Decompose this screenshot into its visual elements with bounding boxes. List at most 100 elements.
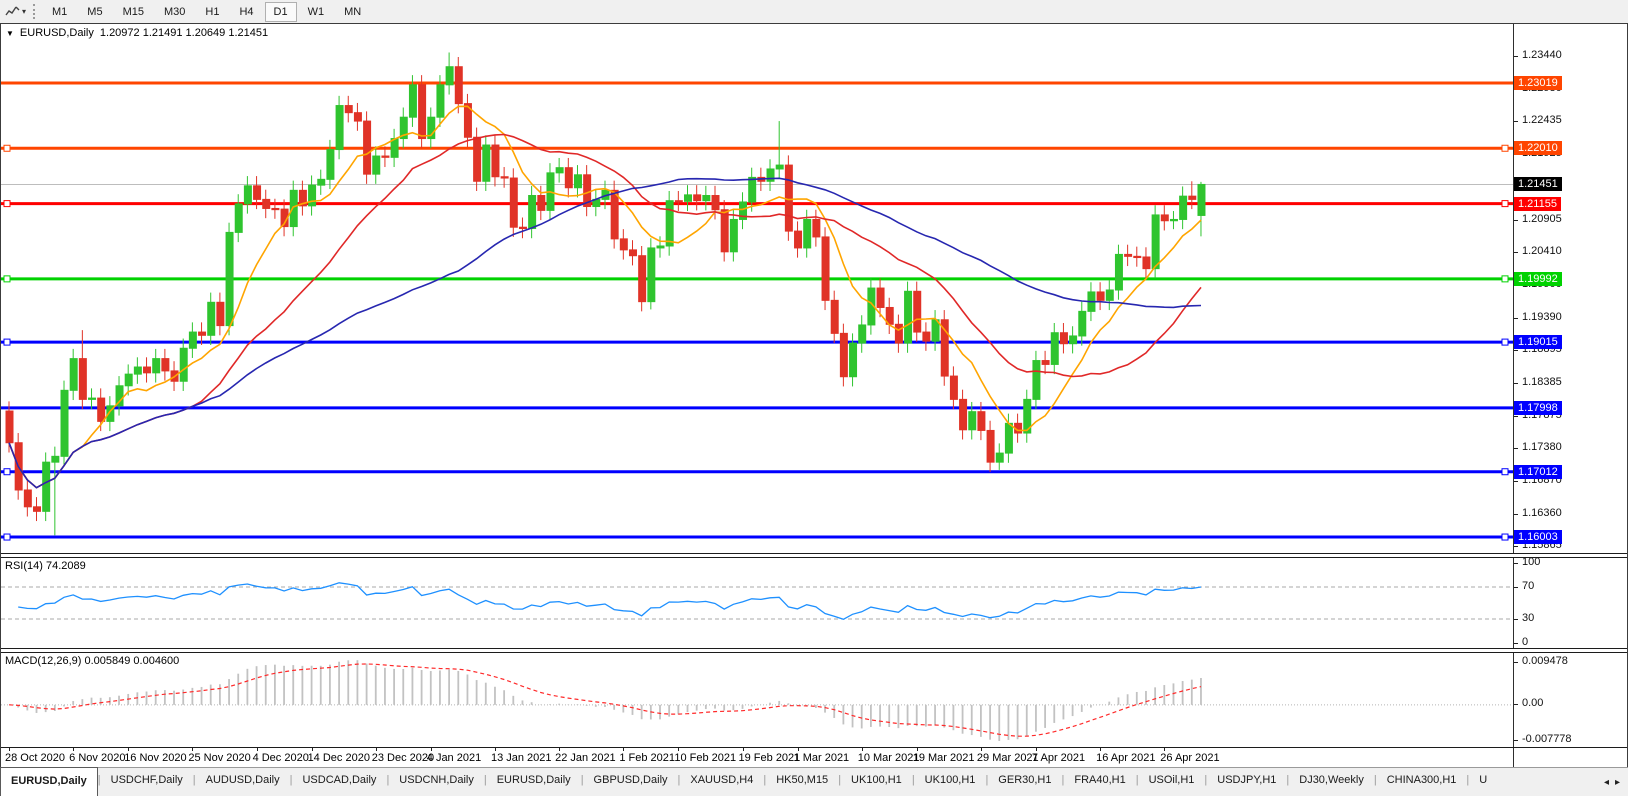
date-tick xyxy=(917,748,918,751)
date-label: 14 Dec 2020 xyxy=(308,752,370,764)
chart-tab-hk50-m15[interactable]: HK50,M15 xyxy=(766,768,838,796)
axis-tick xyxy=(1514,121,1518,122)
date-label: 4 Jan 2021 xyxy=(427,752,481,764)
candles xyxy=(6,52,1205,535)
chart-tab-usdcnh-daily[interactable]: USDCNH,Daily xyxy=(389,768,484,796)
date-label: 29 Mar 2021 xyxy=(977,752,1039,764)
axis-tick-label: 100 xyxy=(1522,556,1540,568)
date-label: 6 Nov 2020 xyxy=(69,752,125,764)
rsi-line xyxy=(18,583,1201,620)
axis-tick xyxy=(1514,587,1518,588)
tf-button-mn[interactable]: MN xyxy=(335,2,370,22)
chart-tab-eurusd-daily[interactable]: EURUSD,Daily xyxy=(487,768,581,796)
line-handle[interactable] xyxy=(1502,534,1508,540)
chart-tab-xauusd-h4[interactable]: XAUUSD,H4 xyxy=(680,768,763,796)
macd-histogram xyxy=(9,660,1201,741)
line-handle[interactable] xyxy=(1502,201,1508,207)
axis-tick xyxy=(1514,448,1518,449)
axis-tick-label: 1.22435 xyxy=(1522,114,1562,126)
chart-tab-china300-h1[interactable]: CHINA300,H1 xyxy=(1377,768,1467,796)
date-tick xyxy=(495,748,496,751)
tf-button-d1[interactable]: D1 xyxy=(265,2,297,22)
date-tick xyxy=(128,748,129,751)
macd-label: MACD(12,26,9) 0.005849 0.004600 xyxy=(5,655,179,667)
chart-tab-gbpusd-daily[interactable]: GBPUSD,Daily xyxy=(584,768,678,796)
chart-tab-uk100-h1[interactable]: UK100,H1 xyxy=(841,768,912,796)
chart-title: ▼ EURUSD,Daily 1.20972 1.21491 1.20649 1… xyxy=(6,27,268,39)
chart-tab-usdjpy-h1[interactable]: USDJPY,H1 xyxy=(1207,768,1286,796)
chart-tab-ger30-h1[interactable]: GER30,H1 xyxy=(988,768,1061,796)
tf-button-m30[interactable]: M30 xyxy=(155,2,194,22)
chevron-down-icon[interactable]: ▾ xyxy=(22,7,26,16)
axis-tick xyxy=(1514,318,1518,319)
axis-tick xyxy=(1514,252,1518,253)
rsi-label: RSI(14) 74.2089 xyxy=(5,560,86,572)
symbol-dropdown-icon[interactable]: ▼ xyxy=(6,29,14,38)
macd-axis[interactable]: 0.0094780.00-0.007778 xyxy=(1513,653,1627,747)
chart-tab-audusd-daily[interactable]: AUDUSD,Daily xyxy=(196,768,290,796)
ma-line-8 xyxy=(9,106,1201,487)
top-toolbar: ▾ M1M5M15M30H1H4D1W1MN xyxy=(0,0,1628,24)
rsi-axis[interactable]: 10070300 xyxy=(1513,558,1627,648)
tf-button-w1[interactable]: W1 xyxy=(299,2,334,22)
line-handle[interactable] xyxy=(4,534,10,540)
date-tick xyxy=(743,748,744,751)
chart-window: ▼ EURUSD,Daily 1.20972 1.21491 1.20649 1… xyxy=(0,23,1628,768)
line-handle[interactable] xyxy=(1502,145,1508,151)
date-tick xyxy=(9,748,10,751)
tf-button-m15[interactable]: M15 xyxy=(114,2,153,22)
chart-tab-usoil-h1[interactable]: USOil,H1 xyxy=(1139,768,1205,796)
date-tick xyxy=(623,748,624,751)
macd-panel: MACD(12,26,9) 0.005849 0.004600 0.009478… xyxy=(1,653,1627,747)
date-axis[interactable]: 28 Oct 20206 Nov 202016 Nov 202025 Nov 2… xyxy=(1,748,1513,767)
tab-nav: ◂▸ xyxy=(1596,768,1628,796)
tab-scroll-left-icon[interactable]: ◂ xyxy=(1604,777,1609,788)
tf-button-h1[interactable]: H1 xyxy=(196,2,228,22)
line-handle[interactable] xyxy=(1502,469,1508,475)
line-handle[interactable] xyxy=(4,469,10,475)
date-label: 13 Jan 2021 xyxy=(491,752,552,764)
cursor-tool-button[interactable]: ▾ xyxy=(3,4,29,20)
date-label: 10 Mar 2021 xyxy=(858,752,920,764)
chart-ohlc-values: 1.20972 1.21491 1.20649 1.21451 xyxy=(100,27,268,39)
date-label: 1 Feb 2021 xyxy=(619,752,675,764)
tf-button-m1[interactable]: M1 xyxy=(43,2,76,22)
price-axis[interactable]: 1.234401.229301.224351.219251.209051.204… xyxy=(1513,24,1627,553)
line-handle[interactable] xyxy=(4,201,10,207)
axis-tick-label: 1.16360 xyxy=(1522,507,1562,519)
main-chart[interactable]: ▼ EURUSD,Daily 1.20972 1.21491 1.20649 1… xyxy=(1,24,1513,553)
date-tick xyxy=(73,748,74,751)
chart-tab-u[interactable]: U xyxy=(1469,768,1497,796)
axis-tick-label: 1.20905 xyxy=(1522,213,1562,225)
line-handle[interactable] xyxy=(4,339,10,345)
date-tick xyxy=(559,748,560,751)
macd-chart[interactable]: MACD(12,26,9) 0.005849 0.004600 xyxy=(1,653,1513,747)
chart-tab-usdcad-daily[interactable]: USDCAD,Daily xyxy=(292,768,386,796)
date-label: 23 Dec 2020 xyxy=(372,752,434,764)
chart-tab-uk100-h1[interactable]: UK100,H1 xyxy=(915,768,986,796)
line-handle[interactable] xyxy=(1502,276,1508,282)
price-level-badge-1.23019: 1.23019 xyxy=(1514,76,1562,90)
price-level-badge-1.19015: 1.19015 xyxy=(1514,335,1562,349)
line-handle[interactable] xyxy=(4,145,10,151)
tab-scroll-right-icon[interactable]: ▸ xyxy=(1615,777,1620,788)
chart-tab-usdchf-daily[interactable]: USDCHF,Daily xyxy=(101,768,193,796)
date-tick xyxy=(798,748,799,751)
rsi-chart[interactable]: RSI(14) 74.2089 xyxy=(1,558,1513,648)
axis-tick xyxy=(1514,383,1518,384)
date-tick xyxy=(1036,748,1037,751)
price-level-badge-1.17998: 1.17998 xyxy=(1514,401,1562,415)
chart-tab-dj30-weekly[interactable]: DJ30,Weekly xyxy=(1289,768,1374,796)
chart-tab-eurusd-daily[interactable]: EURUSD,Daily xyxy=(0,767,98,796)
price-level-badge-1.21155: 1.21155 xyxy=(1514,197,1561,211)
line-handle[interactable] xyxy=(1502,339,1508,345)
axis-tick-label: 70 xyxy=(1522,580,1534,592)
tf-button-h4[interactable]: H4 xyxy=(230,2,262,22)
line-handle[interactable] xyxy=(4,276,10,282)
price-level-badge-1.19992: 1.19992 xyxy=(1514,272,1562,286)
chart-tab-fra40-h1[interactable]: FRA40,H1 xyxy=(1064,768,1135,796)
axis-tick xyxy=(1514,704,1518,705)
tf-button-m5[interactable]: M5 xyxy=(78,2,111,22)
current-price-badge: 1.21451 xyxy=(1514,177,1562,191)
rsi-panel: RSI(14) 74.2089 10070300 xyxy=(1,558,1627,648)
